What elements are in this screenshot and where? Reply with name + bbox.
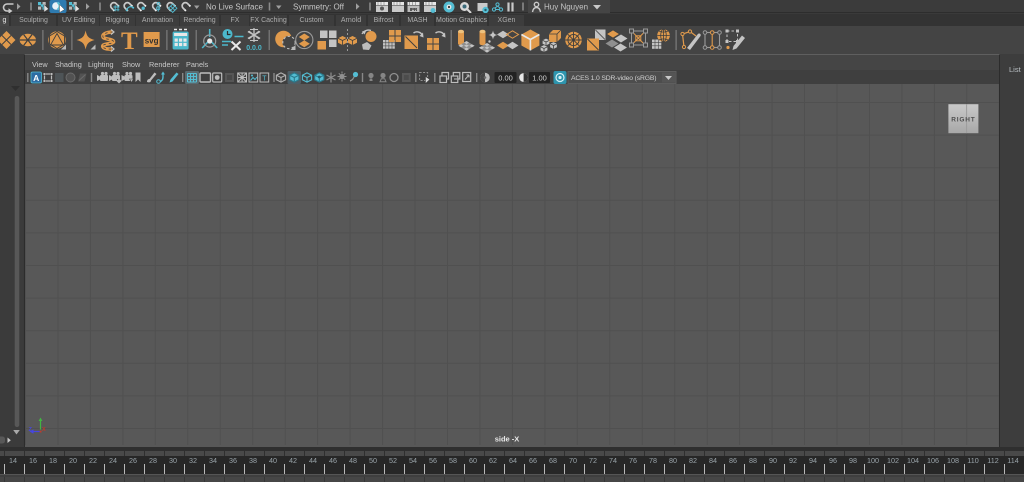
svg-text:IPR: IPR xyxy=(410,7,418,12)
svg-text:Symmetry: Off: Symmetry: Off xyxy=(293,3,345,12)
svg-text:No Live Surface: No Live Surface xyxy=(206,3,263,12)
svg-text:X: X xyxy=(42,427,46,433)
svg-text:1.00: 1.00 xyxy=(532,73,547,82)
svg-text:side -X: side -X xyxy=(495,435,520,444)
svg-text:0.0.0: 0.0.0 xyxy=(246,45,262,52)
svg-text:ACES 1.0 SDR-video (sRGB): ACES 1.0 SDR-video (sRGB) xyxy=(571,75,656,82)
svg-text:T: T xyxy=(262,76,267,83)
svg-text:T: T xyxy=(121,28,138,54)
svg-text:0.00: 0.00 xyxy=(498,73,513,82)
svg-text:svg: svg xyxy=(145,37,159,46)
svg-text:Huy Nguyen: Huy Nguyen xyxy=(544,3,588,12)
svg-text:A: A xyxy=(33,73,39,83)
svg-text:RIGHT: RIGHT xyxy=(951,116,975,123)
